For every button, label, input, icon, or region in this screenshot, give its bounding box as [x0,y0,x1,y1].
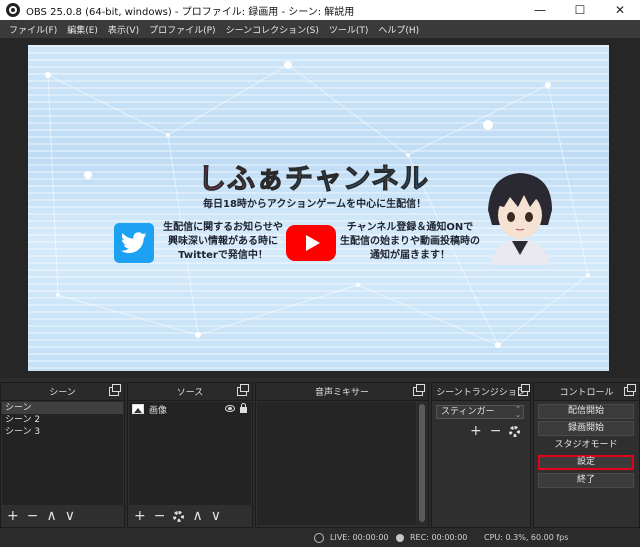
channel-title-pink: しふぁ [197,162,286,196]
exit-button[interactable]: 終了 [538,473,634,488]
transition-select-value: スティンガー [441,407,495,417]
scene-list-item[interactable]: シーン [2,402,123,414]
youtube-text-line: チャンネル登録＆通知ONで [346,222,474,233]
menu-view[interactable]: 表示(V) [103,23,144,36]
lock-icon[interactable] [240,403,247,413]
transition-toolbar: + − [470,423,521,439]
audio-mixer-scrollbar[interactable] [417,402,427,525]
scenes-dock-title: シーン [49,388,76,398]
scene-transitions-dock-header: シーントランジション [432,383,530,401]
menu-help[interactable]: ヘルプ(H) [373,23,424,36]
channel-subtitle: 毎日18時からアクションゲームを中心に生配信！ [203,199,427,210]
menu-scene-collection[interactable]: シーンコレクション(S) [221,23,324,36]
preview-canvas[interactable]: しふぁチャンネル 毎日18時からアクションゲームを中心に生配信！ 生配信に関する… [28,45,609,371]
scenes-toolbar: + − ∧ ∨ [1,505,124,527]
start-streaming-button[interactable]: 配信開始 [538,404,634,419]
move-scene-up-button[interactable]: ∧ [46,508,56,524]
controls-dock-title: コントロール [559,388,614,398]
status-bar: LIVE: 00:00:00 REC: 00:00:00 CPU: 0.3%, … [0,529,640,547]
remove-transition-button[interactable]: − [490,423,502,439]
youtube-text: チャンネル登録＆通知ONで 生配信の始まりや動画投稿時の 通知が届きます！ [340,221,480,263]
image-source-icon [132,404,144,414]
source-name: 画像 [149,405,168,416]
menu-tools[interactable]: ツール(T) [324,23,374,36]
youtube-text-line: 通知が届きます！ [370,250,450,261]
settings-button[interactable]: 設定 [538,455,634,470]
rec-icon [396,534,404,542]
sources-dock-title: ソース [176,388,204,398]
audio-mixer-dock: 音声ミキサー [255,382,429,528]
float-dock-icon[interactable] [624,384,636,396]
add-transition-button[interactable]: + [470,423,482,439]
channel-title: しふぁチャンネル [197,157,430,197]
channel-title-blue: チャンネル [285,162,430,196]
cpu-fps-status: CPU: 0.3%, 60.00 fps [484,533,569,542]
scenes-dock: シーン シーン シーン 2 シーン 3 + − ∧ ∨ [0,382,125,528]
live-timer: LIVE: 00:00:00 [330,533,389,542]
studio-mode-button[interactable]: スタジオモード [538,438,634,453]
obs-app-icon [6,3,20,17]
scrollbar-thumb[interactable] [419,404,425,522]
move-source-down-button[interactable]: ∨ [211,508,221,524]
transition-select[interactable]: スティンガー ⌃ ⌄ [436,405,524,419]
audio-mixer-dock-header: 音声ミキサー [256,383,428,401]
remove-scene-button[interactable]: − [27,508,39,524]
gear-icon[interactable] [173,510,185,522]
scene-transitions-dock: シーントランジション スティンガー ⌃ ⌄ + − [431,382,531,528]
scene-list-item[interactable]: シーン 3 [2,426,123,438]
maximize-button[interactable]: ☐ [560,0,600,20]
menu-file[interactable]: ファイル(F) [4,23,62,36]
sources-dock-header: ソース [128,383,252,401]
youtube-icon [286,225,336,261]
float-dock-icon[interactable] [109,384,121,396]
float-dock-icon[interactable] [518,384,530,396]
controls-dock-header: コントロール [534,383,639,401]
scenes-dock-header: シーン [1,383,124,401]
remove-source-button[interactable]: − [154,508,166,524]
title-bar: OBS 25.0.8 (64-bit, windows) - プロファイル: 録… [0,0,640,20]
twitter-icon [114,223,154,263]
float-dock-icon[interactable] [413,384,425,396]
add-source-button[interactable]: + [134,508,146,524]
source-list-item[interactable]: 画像 [129,402,251,416]
close-button[interactable]: ✕ [600,0,640,20]
window-controls: — ☐ ✕ [520,0,640,20]
sources-dock: ソース 画像 + − ∧ ∨ [127,382,253,528]
rec-timer: REC: 00:00:00 [410,533,468,542]
youtube-text-line: 生配信の始まりや動画投稿時の [340,236,480,247]
sources-list: 画像 [129,402,251,505]
move-scene-down-button[interactable]: ∨ [65,508,75,524]
menu-bar: ファイル(F) 編集(E) 表示(V) プロファイル(P) シーンコレクション(… [0,20,640,38]
sources-toolbar: + − ∧ ∨ [128,505,252,527]
gear-icon[interactable] [509,425,521,437]
live-icon [314,533,324,543]
start-recording-button[interactable]: 録画開始 [538,421,634,436]
scene-transitions-dock-title: シーントランジション [436,388,526,398]
window-title: OBS 25.0.8 (64-bit, windows) - プロファイル: 録… [26,6,355,18]
scene-list-item[interactable]: シーン 2 [2,414,123,426]
float-dock-icon[interactable] [237,384,249,396]
twitter-text-line: 生配信に関するお知らせや [163,222,283,233]
twitter-text-line: Twitterで発信中！ [178,250,268,261]
twitter-text: 生配信に関するお知らせや 興味深い情報がある時に Twitterで発信中！ [158,221,288,263]
minimize-button[interactable]: — [520,0,560,20]
audio-mixer-dock-title: 音声ミキサー [314,388,369,398]
select-arrows-icon: ⌃ ⌄ [515,405,521,419]
avatar-illustration [488,173,552,265]
menu-edit[interactable]: 編集(E) [62,23,103,36]
add-scene-button[interactable]: + [7,508,19,524]
audio-mixer-area [257,402,416,525]
eye-icon[interactable] [225,405,235,412]
controls-dock: コントロール 配信開始 録画開始 スタジオモード 設定 終了 [533,382,640,528]
move-source-up-button[interactable]: ∧ [192,508,202,524]
menu-profile[interactable]: プロファイル(P) [144,23,220,36]
twitter-text-line: 興味深い情報がある時に [168,236,278,247]
scenes-list: シーン シーン 2 シーン 3 [2,402,123,505]
